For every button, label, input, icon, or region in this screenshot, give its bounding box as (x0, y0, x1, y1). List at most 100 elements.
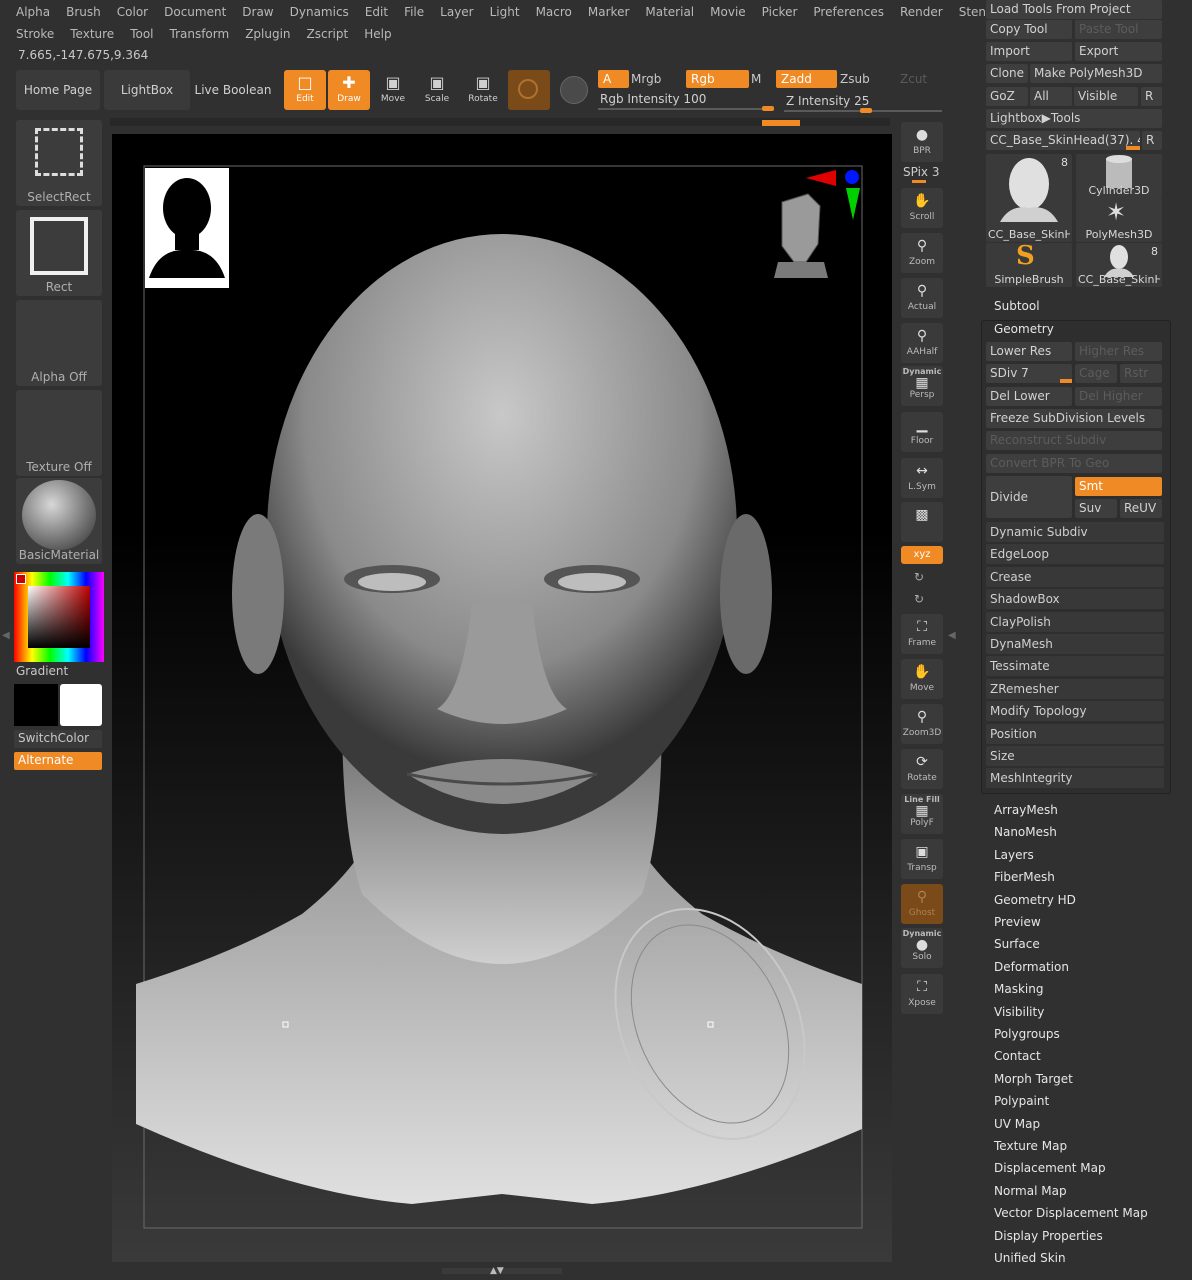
rgb-intensity-knob[interactable] (762, 106, 774, 111)
geometry-edgeloop[interactable]: EdgeLoop (986, 544, 1164, 565)
alternate-button[interactable]: Alternate (14, 752, 102, 770)
dock-move-button[interactable]: ✋ Move (901, 659, 943, 699)
menu-macro[interactable]: Macro (528, 2, 580, 22)
tool-thumb-polymesh3d[interactable]: ✶ PolyMesh3D (1076, 198, 1162, 242)
subpalette-preview[interactable]: Preview (994, 912, 1041, 932)
current-tool-slider-knob[interactable] (1126, 146, 1140, 150)
menu-brush[interactable]: Brush (58, 2, 109, 22)
convert-bpr-to-geo-button[interactable]: Convert BPR To Geo (986, 454, 1162, 473)
geometry-dynamesh[interactable]: DynaMesh (986, 634, 1164, 654)
lsym-button[interactable]: ↔ L.Sym (901, 458, 943, 498)
rotate-y-icon[interactable]: ↻ (914, 570, 924, 584)
menu-picker[interactable]: Picker (754, 2, 806, 22)
menu-movie[interactable]: Movie (702, 2, 754, 22)
stroke-icon[interactable] (560, 76, 588, 104)
tool-thumb-cc-base-skinhead[interactable]: 8 CC_Base_SkinHe (986, 154, 1072, 242)
geometry-claypolish[interactable]: ClayPolish (986, 611, 1164, 632)
menu-file[interactable]: File (396, 2, 432, 22)
geometry-position[interactable]: Position (986, 723, 1164, 744)
transp-button[interactable]: ▣ Transp (901, 839, 943, 879)
spix-slider-knob[interactable] (912, 180, 926, 183)
subpalette-masking[interactable]: Masking (994, 979, 1043, 999)
zoom3d-button[interactable]: ⚲ Zoom3D (901, 704, 943, 744)
m-toggle[interactable]: M (746, 70, 775, 88)
geometry-dynamic-subdiv[interactable]: Dynamic Subdiv (986, 522, 1164, 542)
left-tray-arrow-icon[interactable]: ◀ (2, 630, 10, 641)
home-page-button[interactable]: Home Page (16, 70, 100, 110)
actual-button[interactable]: ⚲ Actual (901, 278, 943, 318)
menu-marker[interactable]: Marker (580, 2, 637, 22)
subpalette-polygroups[interactable]: Polygroups (994, 1024, 1060, 1044)
menu-help[interactable]: Help (356, 24, 399, 44)
canvas-viewport[interactable] (112, 134, 892, 1262)
subpalette-vector-displacement-map[interactable]: Vector Displacement Map (994, 1203, 1148, 1223)
bottom-tray-toggle-icon[interactable]: ▲▼ (490, 1266, 504, 1276)
subpalette-layers[interactable]: Layers (994, 845, 1034, 865)
scroll-button[interactable]: ✋ Scroll (901, 188, 943, 228)
geometry-header[interactable]: Geometry (994, 322, 1054, 336)
export-button[interactable]: Export (1075, 42, 1162, 61)
menu-edit[interactable]: Edit (357, 2, 396, 22)
geometry-size[interactable]: Size (986, 746, 1164, 766)
menu-zplugin[interactable]: Zplugin (237, 24, 298, 44)
smt-toggle[interactable]: Smt (1075, 477, 1162, 496)
geometry-tessimate[interactable]: Tessimate (986, 656, 1164, 677)
lightbox-tools-button[interactable]: Lightbox▶Tools (986, 109, 1162, 128)
scale-button[interactable]: ▣ Scale (416, 70, 458, 110)
solo-button[interactable]: Dynamic ● Solo (901, 928, 943, 968)
current-tool-r-button[interactable]: R (1142, 131, 1162, 150)
goz-all-button[interactable]: All (1030, 87, 1072, 106)
subpalette-morph-target[interactable]: Morph Target (994, 1069, 1073, 1089)
bpr-button[interactable]: ● BPR (901, 122, 943, 162)
color-picker-hue[interactable] (14, 572, 104, 662)
geometry-zremesher[interactable]: ZRemesher (986, 678, 1164, 699)
import-button[interactable]: Import (986, 42, 1072, 61)
subpalette-displacement-map[interactable]: Displacement Map (994, 1158, 1106, 1178)
subpalette-texture-map[interactable]: Texture Map (994, 1136, 1067, 1156)
secondary-color-swatch[interactable] (60, 684, 102, 726)
menu-transform[interactable]: Transform (162, 24, 238, 44)
load-tools-from-project-button[interactable]: Load Tools From Project (986, 0, 1162, 19)
divide-button[interactable]: Divide (986, 476, 1072, 518)
subpalette-deformation[interactable]: Deformation (994, 957, 1069, 977)
z-intensity-knob[interactable] (859, 108, 872, 113)
goz-visible-button[interactable]: Visible (1074, 87, 1138, 106)
lower-res-button[interactable]: Lower Res (986, 342, 1072, 361)
polyf-button[interactable]: Line Fill ▦ PolyF (901, 794, 943, 834)
top-scroll-thumb[interactable] (762, 120, 800, 126)
subpalette-contact[interactable]: Contact (994, 1046, 1041, 1066)
frame-button[interactable]: ⛶ Frame (901, 614, 943, 654)
reconstruct-subdiv-button[interactable]: Reconstruct Subdiv (986, 431, 1162, 450)
sdiv-slider-knob[interactable] (1060, 379, 1072, 383)
geometry-shadowbox[interactable]: ShadowBox (986, 589, 1164, 610)
xyz-button[interactable]: xyz (901, 546, 943, 564)
move-button[interactable]: ▣ Move (372, 70, 414, 110)
subtool-header[interactable]: Subtool (994, 299, 1040, 313)
paste-tool-button[interactable]: Paste Tool (1075, 20, 1162, 39)
mrgb-toggle[interactable]: Mrgb (626, 70, 689, 88)
menu-stroke[interactable]: Stroke (8, 24, 62, 44)
navigation-gizmo[interactable] (772, 166, 872, 286)
subpalette-arraymesh[interactable]: ArrayMesh (994, 800, 1058, 820)
suv-toggle[interactable]: Suv (1075, 499, 1117, 518)
cage-button[interactable]: Cage (1075, 364, 1117, 383)
persp-button[interactable]: Dynamic ▦ Persp (901, 366, 943, 406)
menu-render[interactable]: Render (892, 2, 951, 22)
ghost-button[interactable]: ⚲ Ghost (901, 884, 943, 924)
edit-button[interactable]: □ Edit (284, 70, 326, 110)
subpalette-surface[interactable]: Surface (994, 934, 1040, 954)
zoom-button[interactable]: ⚲ Zoom (901, 233, 943, 273)
goz-r-button[interactable]: R (1141, 87, 1162, 106)
menu-zscript[interactable]: Zscript (299, 24, 357, 44)
rgb-intensity-slider[interactable] (598, 108, 774, 110)
tool-thumb-simplebrush[interactable]: S SimpleBrush (986, 241, 1072, 287)
right-tray-arrow-icon[interactable]: ◀ (948, 630, 956, 641)
higher-res-button[interactable]: Higher Res (1075, 342, 1162, 361)
subpalette-normal-map[interactable]: Normal Map (994, 1181, 1067, 1201)
menu-alpha[interactable]: Alpha (8, 2, 58, 22)
menu-document[interactable]: Document (156, 2, 234, 22)
dock-rotate-button[interactable]: ⟳ Rotate (901, 749, 943, 789)
copy-tool-button[interactable]: Copy Tool (986, 20, 1072, 39)
subpalette-geometry-hd[interactable]: Geometry HD (994, 890, 1076, 910)
alpha-slot[interactable]: Alpha Off (16, 300, 102, 386)
